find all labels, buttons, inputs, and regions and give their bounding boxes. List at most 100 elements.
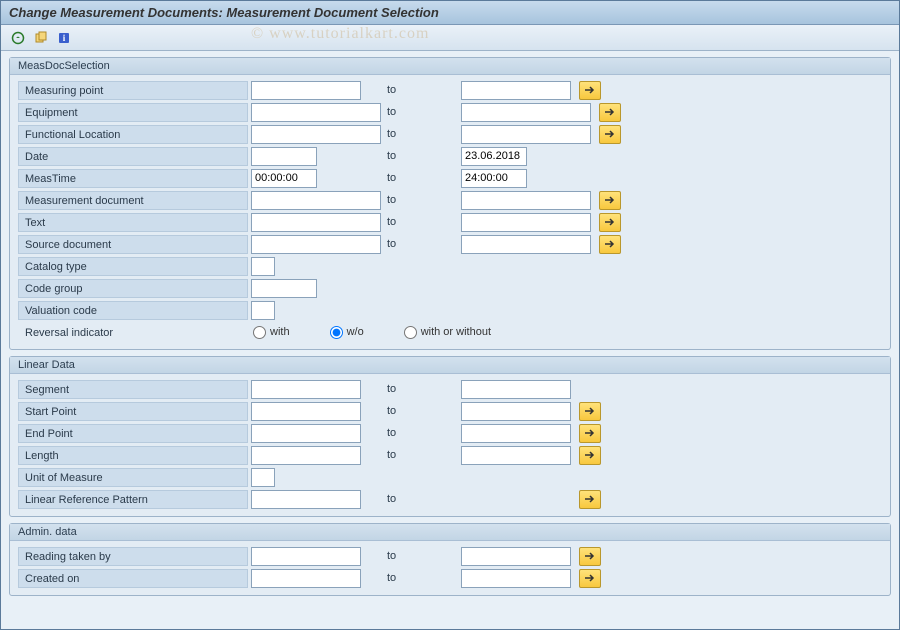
segment-from-input[interactable] [251,380,361,399]
label-unit-of-measure: Unit of Measure [18,468,248,487]
created-on-from-input[interactable] [251,569,361,588]
label-equipment: Equipment [18,103,248,122]
equipment-to-input[interactable] [461,103,591,122]
reversal-withorwithout-radio[interactable] [404,326,417,339]
to-label: to [361,427,461,439]
to-label: to [381,238,461,250]
execute-button[interactable] [9,29,27,47]
source-document-multi-button[interactable] [599,235,621,254]
date-from-input[interactable] [251,147,317,166]
to-label: to [361,572,461,584]
group-measdocselection: MeasDocSelection Measuring point to Equi… [9,57,891,350]
reversal-with-radio[interactable] [253,326,266,339]
to-label: to [381,128,461,140]
text-multi-button[interactable] [599,213,621,232]
text-from-input[interactable] [251,213,381,232]
source-document-from-input[interactable] [251,235,381,254]
label-created-on: Created on [18,569,248,588]
label-measuring-point: Measuring point [18,81,248,100]
row-text: Text to [18,211,882,233]
content-area: MeasDocSelection Measuring point to Equi… [1,51,899,608]
to-label: to [361,449,461,461]
label-catalog-type: Catalog type [18,257,248,276]
functional-location-to-input[interactable] [461,125,591,144]
reading-taken-by-to-input[interactable] [461,547,571,566]
arrow-right-icon [604,239,616,249]
row-length: Length to [18,444,882,466]
functional-location-from-input[interactable] [251,125,381,144]
label-functional-location: Functional Location [18,125,248,144]
info-icon: i [57,31,71,45]
label-measurement-document: Measurement document [18,191,248,210]
row-measuring-point: Measuring point to [18,79,882,101]
measurement-document-from-input[interactable] [251,191,381,210]
source-document-to-input[interactable] [461,235,591,254]
group-header-admin: Admin. data [10,524,890,541]
get-variant-button[interactable] [32,29,50,47]
arrow-right-icon [584,450,596,460]
label-end-point: End Point [18,424,248,443]
arrow-right-icon [584,551,596,561]
created-on-to-input[interactable] [461,569,571,588]
linear-ref-pattern-multi-button[interactable] [579,490,601,509]
row-reading-taken-by: Reading taken by to [18,545,882,567]
end-point-multi-button[interactable] [579,424,601,443]
watermark: © www.tutorialkart.com [251,25,429,43]
end-point-from-input[interactable] [251,424,361,443]
measurement-document-to-input[interactable] [461,191,591,210]
row-valuation-code: Valuation code [18,299,882,321]
length-from-input[interactable] [251,446,361,465]
row-unit-of-measure: Unit of Measure [18,466,882,488]
measurement-document-multi-button[interactable] [599,191,621,210]
meastime-from-input[interactable] [251,169,317,188]
unit-of-measure-input[interactable] [251,468,275,487]
equipment-multi-button[interactable] [599,103,621,122]
functional-location-multi-button[interactable] [599,125,621,144]
measuring-point-from-input[interactable] [251,81,361,100]
row-created-on: Created on to [18,567,882,589]
row-source-document: Source document to [18,233,882,255]
row-end-point: End Point to [18,422,882,444]
start-point-multi-button[interactable] [579,402,601,421]
end-point-to-input[interactable] [461,424,571,443]
row-measurement-document: Measurement document to [18,189,882,211]
length-multi-button[interactable] [579,446,601,465]
date-to-input[interactable] [461,147,527,166]
reversal-withorwithout-label: with or without [421,326,491,338]
catalog-type-input[interactable] [251,257,275,276]
reversal-without-label: w/o [347,326,364,338]
label-linear-ref-pattern: Linear Reference Pattern [18,490,248,509]
text-to-input[interactable] [461,213,591,232]
to-label: to [381,216,461,228]
equipment-from-input[interactable] [251,103,381,122]
measuring-point-multi-button[interactable] [579,81,601,100]
label-text: Text [18,213,248,232]
reading-taken-by-from-input[interactable] [251,547,361,566]
label-reading-taken-by: Reading taken by [18,547,248,566]
variant-icon [34,31,48,45]
reversal-without-option[interactable]: w/o [330,326,364,339]
reversal-withorwithout-option[interactable]: with or without [404,326,491,339]
group-header-meas: MeasDocSelection [10,58,890,75]
linear-ref-pattern-from-input[interactable] [251,490,361,509]
label-source-document: Source document [18,235,248,254]
reversal-without-radio[interactable] [330,326,343,339]
created-on-multi-button[interactable] [579,569,601,588]
length-to-input[interactable] [461,446,571,465]
reversal-with-option[interactable]: with [253,326,290,339]
to-label: to [361,405,461,417]
measuring-point-to-input[interactable] [461,81,571,100]
code-group-input[interactable] [251,279,317,298]
row-catalog-type: Catalog type [18,255,882,277]
meastime-to-input[interactable] [461,169,527,188]
segment-to-input[interactable] [461,380,571,399]
row-segment: Segment to [18,378,882,400]
info-button[interactable]: i [55,29,73,47]
reading-taken-by-multi-button[interactable] [579,547,601,566]
start-point-from-input[interactable] [251,402,361,421]
valuation-code-input[interactable] [251,301,275,320]
arrow-right-icon [584,494,596,504]
arrow-right-icon [604,129,616,139]
start-point-to-input[interactable] [461,402,571,421]
arrow-right-icon [584,573,596,583]
